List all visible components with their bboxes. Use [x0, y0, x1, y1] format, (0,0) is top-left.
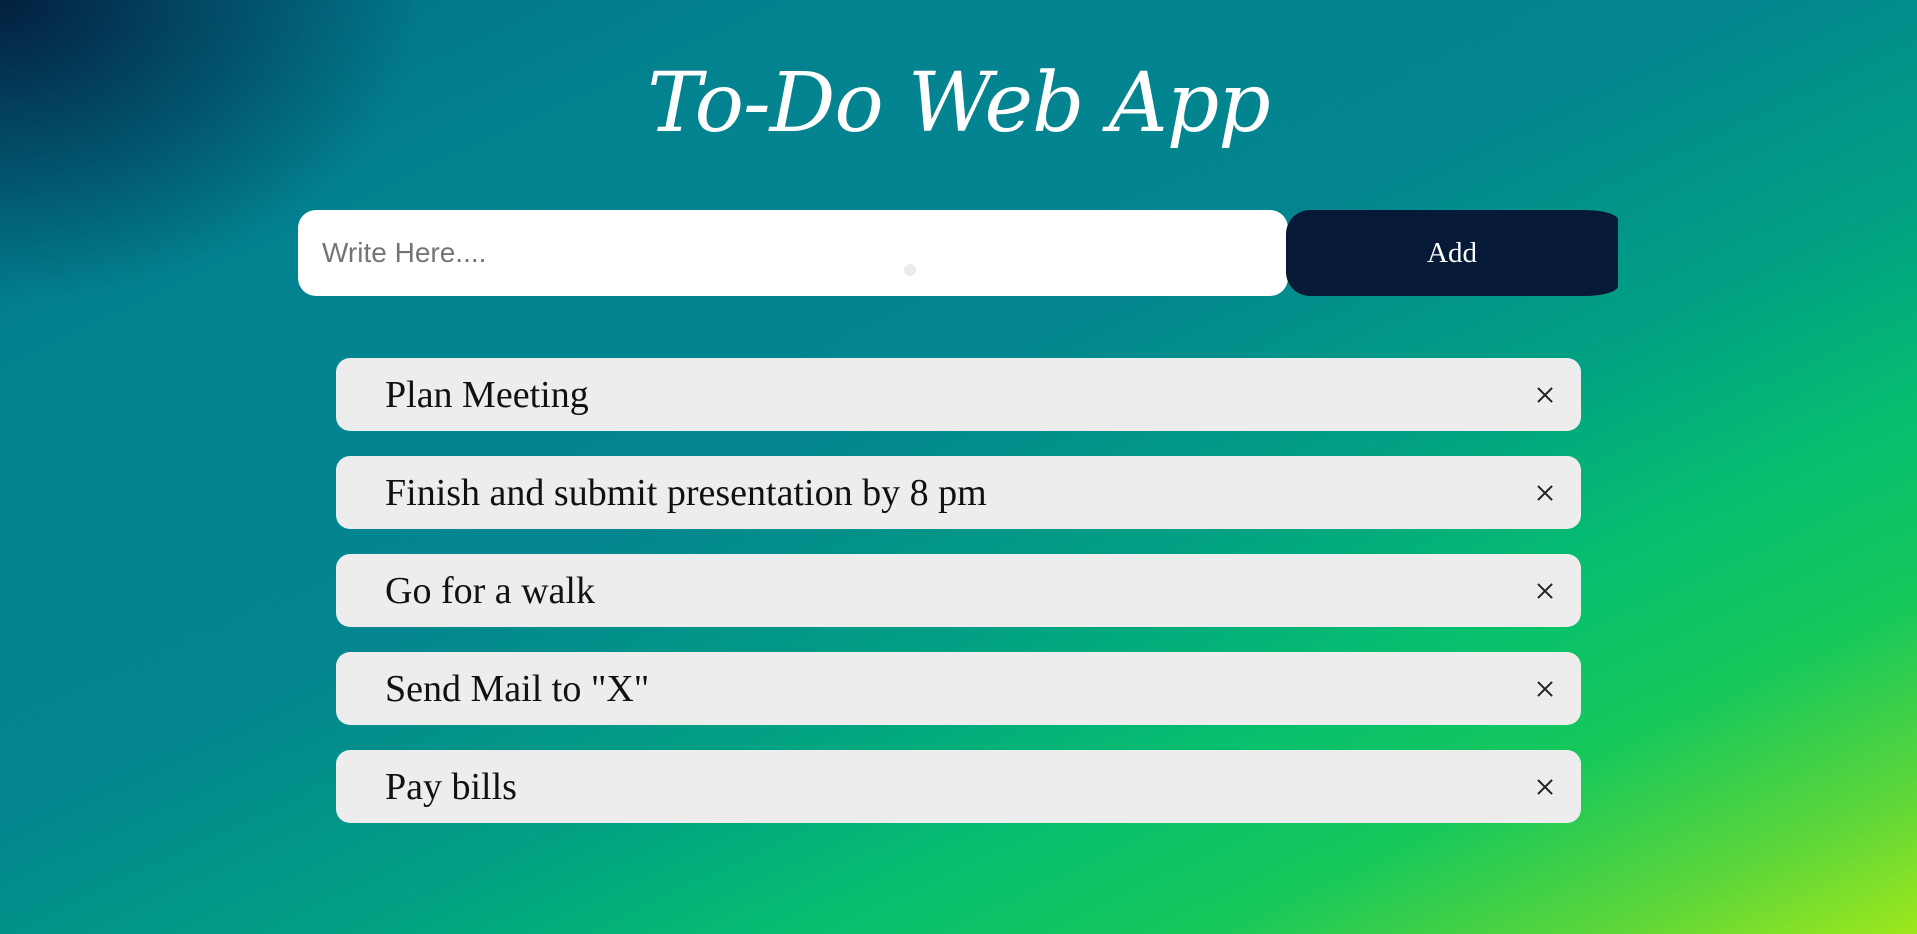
add-button[interactable]: Add — [1286, 210, 1618, 296]
task-item[interactable]: Plan Meeting — [336, 358, 1581, 431]
task-item[interactable]: Go for a walk — [336, 554, 1581, 627]
task-item[interactable]: Pay bills — [336, 750, 1581, 823]
task-text: Plan Meeting — [385, 373, 589, 416]
task-item[interactable]: Send Mail to "X" — [336, 652, 1581, 725]
task-input-row: Add — [298, 210, 1618, 296]
task-item[interactable]: Finish and submit presentation by 8 pm — [336, 456, 1581, 529]
close-icon[interactable] — [1531, 773, 1559, 801]
task-input[interactable] — [298, 210, 1288, 296]
task-text: Go for a walk — [385, 569, 595, 612]
close-icon[interactable] — [1531, 381, 1559, 409]
page-title: To-Do Web App — [647, 56, 1270, 151]
task-text: Send Mail to "X" — [385, 667, 650, 710]
task-list: Plan Meeting Finish and submit presentat… — [336, 358, 1581, 848]
overlay-chip — [894, 257, 1096, 283]
close-icon[interactable] — [1531, 675, 1559, 703]
task-text: Pay bills — [385, 765, 517, 808]
close-icon[interactable] — [1531, 479, 1559, 507]
close-icon[interactable] — [1531, 577, 1559, 605]
task-text: Finish and submit presentation by 8 pm — [385, 471, 987, 514]
